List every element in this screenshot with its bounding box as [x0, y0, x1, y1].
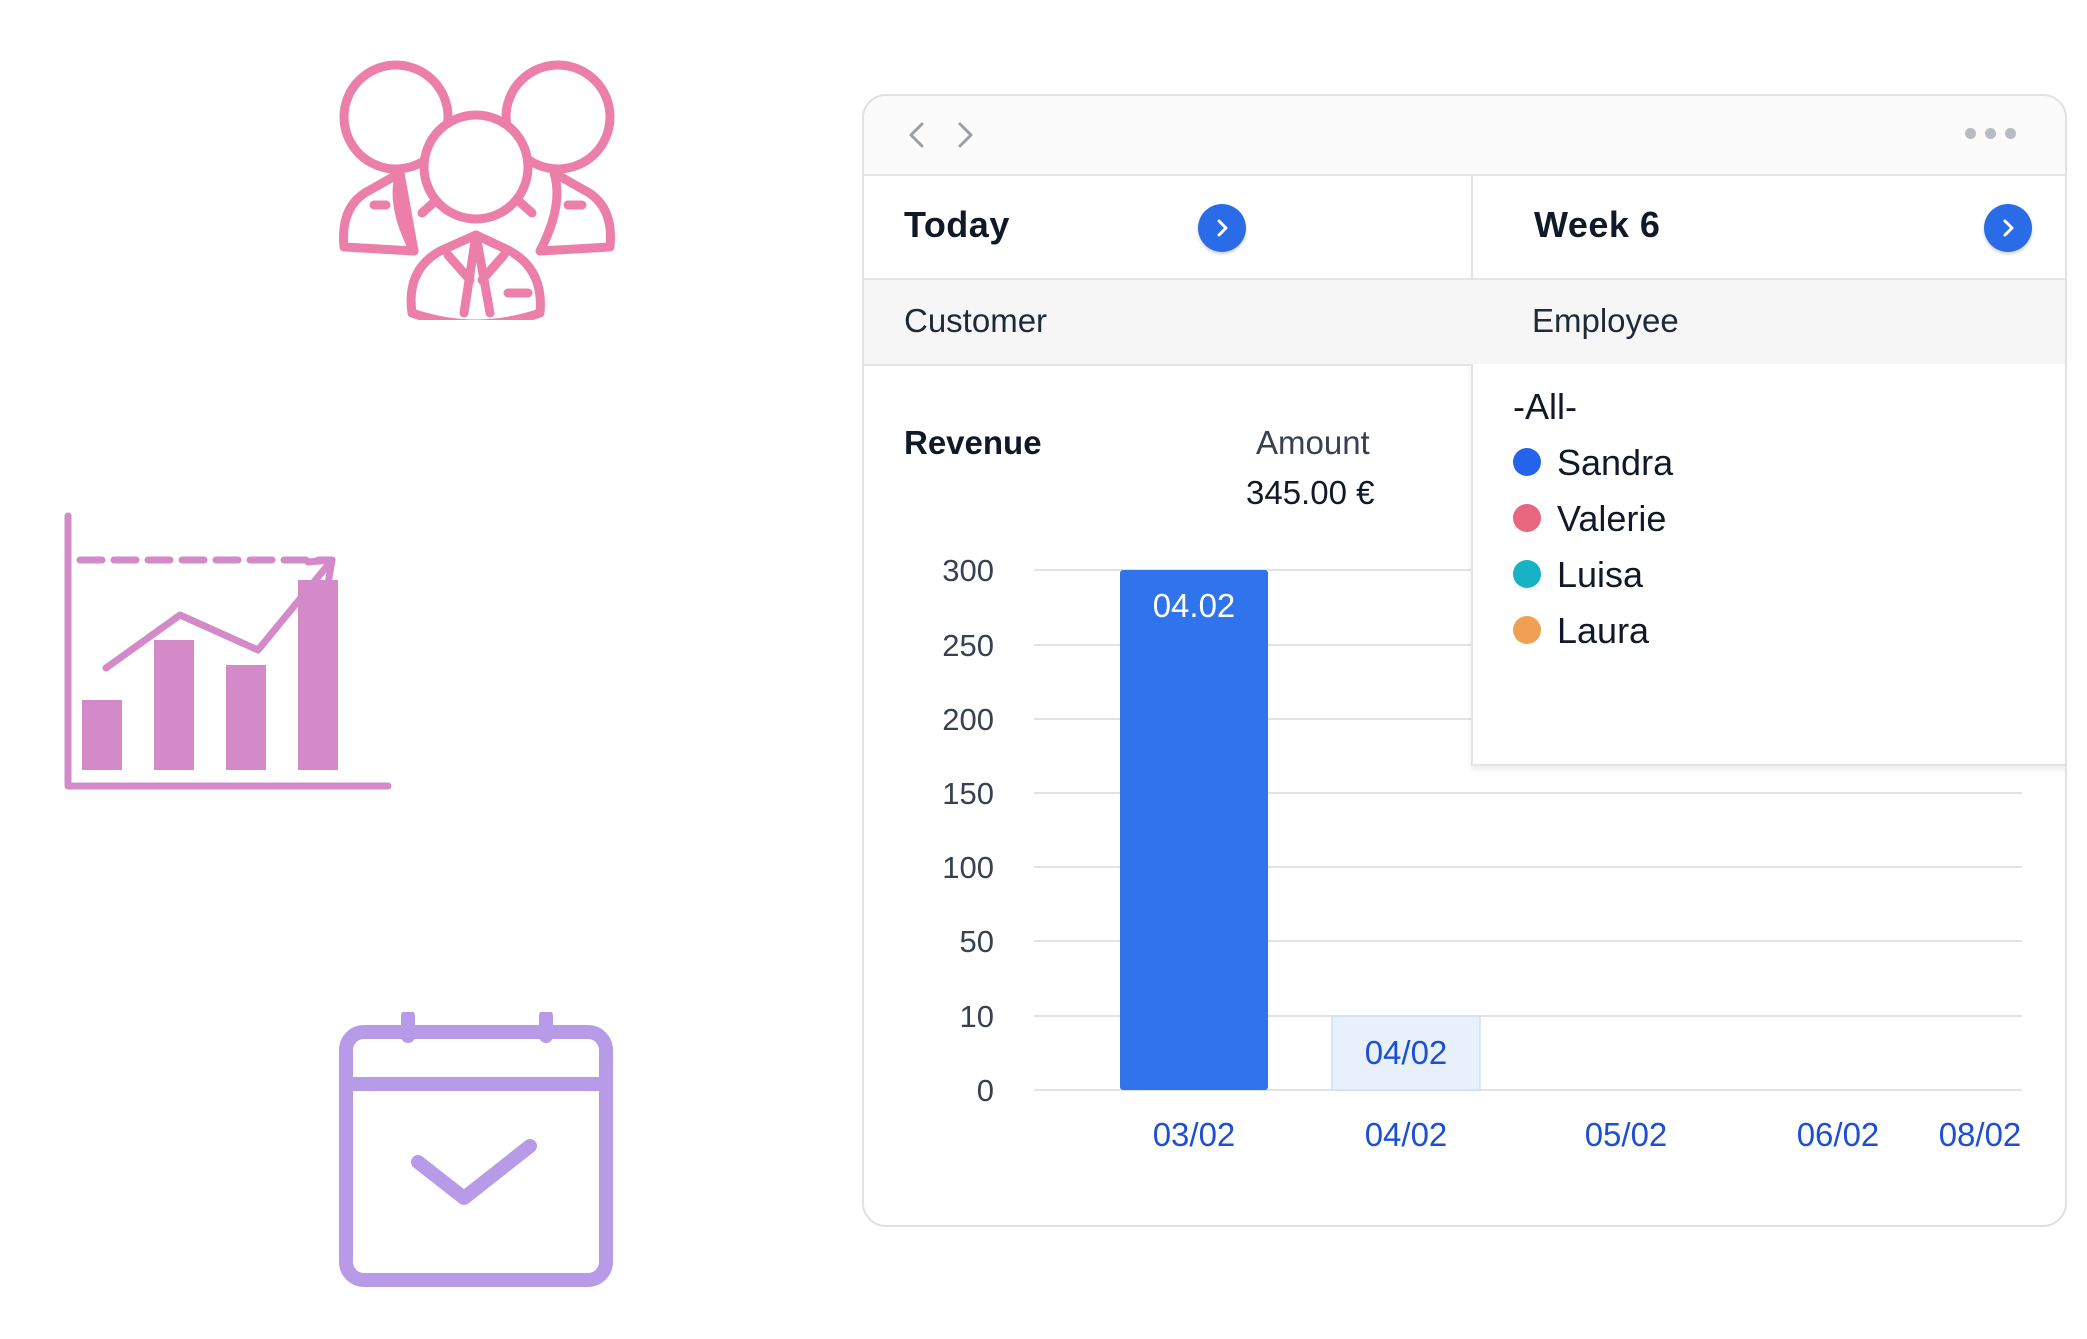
- y-tick-label: 200: [942, 702, 994, 737]
- y-tick-label: 10: [960, 999, 994, 1034]
- y-tick-label: 50: [960, 924, 994, 959]
- employee-option-all[interactable]: -All-: [1513, 386, 1577, 436]
- x-tick-label: 03/02: [1153, 1116, 1236, 1153]
- employee-dropdown: -All- Sandra Valerie Luisa Laura: [1471, 364, 2065, 766]
- x-tick-label: 05/02: [1585, 1116, 1668, 1153]
- growth-chart-icon: [64, 512, 392, 790]
- employee-color-dot: [1513, 504, 1541, 533]
- people-group-icon: [339, 60, 615, 320]
- employee-option-label: Laura: [1557, 610, 1650, 651]
- bar-data-label: 04/02: [1365, 1034, 1448, 1071]
- x-tick-label: 06/02: [1797, 1116, 1880, 1153]
- y-tick-label: 150: [942, 776, 994, 811]
- calendar-check-icon: [339, 1012, 613, 1287]
- y-tick-label: 100: [942, 850, 994, 885]
- employee-option-sandra[interactable]: Sandra: [1513, 442, 1673, 492]
- x-tick-label: 04/02: [1365, 1116, 1448, 1153]
- y-tick-label: 0: [977, 1073, 994, 1108]
- employee-color-dot: [1513, 560, 1541, 589]
- employee-color-dot: [1513, 616, 1541, 645]
- bar: [1120, 570, 1268, 1090]
- employee-option-label: Sandra: [1557, 442, 1674, 483]
- employee-option-label: -All-: [1513, 386, 1577, 427]
- y-tick-label: 250: [942, 628, 994, 663]
- x-tick-label: 08/02: [1939, 1116, 2022, 1153]
- employee-option-laura[interactable]: Laura: [1513, 610, 1649, 660]
- employee-option-luisa[interactable]: Luisa: [1513, 554, 1643, 604]
- employee-option-label: Valerie: [1557, 498, 1667, 539]
- app-window: Today Week 6 Customer Employee Revenue A…: [862, 94, 2067, 1227]
- y-tick-label: 300: [942, 553, 994, 588]
- bar-data-label: 04.02: [1153, 587, 1236, 624]
- employee-option-valerie[interactable]: Valerie: [1513, 498, 1666, 548]
- employee-color-dot: [1513, 448, 1541, 477]
- employee-option-label: Luisa: [1557, 554, 1644, 595]
